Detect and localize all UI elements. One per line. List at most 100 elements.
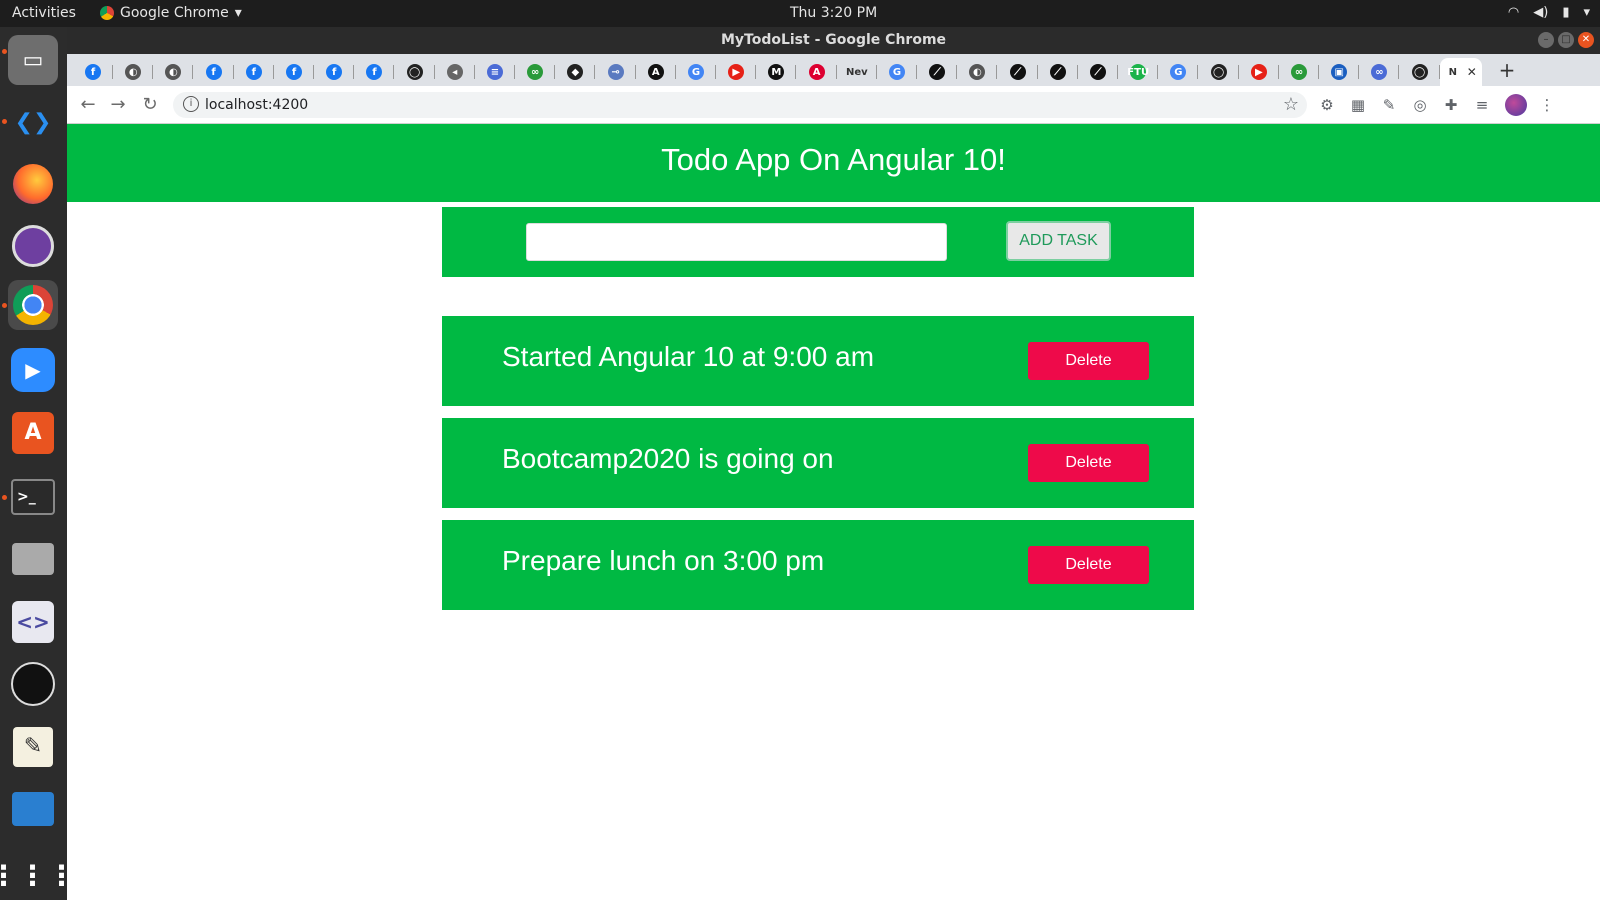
browser-tab[interactable]: f: [73, 58, 113, 86]
add-task-button[interactable]: ADD TASK: [1006, 221, 1111, 261]
code-editor-icon[interactable]: <>: [8, 597, 58, 647]
delete-button[interactable]: Delete: [1028, 546, 1149, 584]
back-icon[interactable]: ←: [77, 94, 99, 116]
monitor-icon[interactable]: [8, 784, 58, 834]
system-tray[interactable]: ◠ ◀) ▮ ▾: [1508, 5, 1590, 20]
firefox-icon[interactable]: [8, 159, 58, 209]
generic-icon: ⟋: [1090, 64, 1106, 80]
browser-tab[interactable]: ⟋: [998, 58, 1038, 86]
browser-tab[interactable]: G: [676, 58, 716, 86]
add-task-form: ADD TASK: [442, 207, 1194, 277]
browser-tab[interactable]: f: [194, 58, 234, 86]
menu-kebab-icon[interactable]: ⋮: [1537, 95, 1557, 115]
chrome-window: MyTodoList - Google Chrome – □ ✕ + f ◐ ◐ f f…: [67, 27, 1600, 900]
clock[interactable]: Thu 3:20 PM: [790, 5, 877, 21]
generic-icon: ⟋: [929, 64, 946, 80]
dock: ▭ ❮❯ ▶ A >_ <> ✎ ⋮⋮⋮: [0, 27, 76, 900]
text-editor-icon[interactable]: ✎: [8, 722, 58, 772]
media-control-icon[interactable]: ≡: [1472, 95, 1492, 115]
browser-tab[interactable]: A: [636, 58, 676, 86]
app-grid-icon[interactable]: ⋮⋮⋮: [0, 850, 76, 900]
browser-tab[interactable]: ◆: [555, 58, 596, 86]
browser-tab[interactable]: ⊸: [596, 58, 636, 86]
browser-tab[interactable]: ⟋: [1038, 58, 1078, 86]
link-icon: ∞: [1291, 64, 1307, 80]
browser-tab[interactable]: ▶: [716, 58, 757, 86]
extensions-puzzle-icon[interactable]: ✚: [1441, 95, 1461, 115]
google-icon: G: [688, 64, 704, 80]
generic-icon: ⟋: [1049, 64, 1066, 80]
activities-button[interactable]: Activities: [12, 5, 76, 21]
browser-tab[interactable]: ▣: [1319, 58, 1360, 86]
browser-tab[interactable]: FTU: [1118, 58, 1159, 86]
task-input[interactable]: [526, 223, 947, 261]
browser-tab[interactable]: ◯: [1400, 58, 1440, 86]
todo-text: Started Angular 10 at 9:00 am: [502, 341, 875, 372]
medium-icon: M: [768, 64, 785, 80]
extension-grid-icon[interactable]: ▦: [1348, 95, 1368, 115]
browser-tab[interactable]: M: [756, 58, 797, 86]
extension-edit-icon[interactable]: ✎: [1379, 95, 1399, 115]
camera-icon[interactable]: [8, 534, 58, 584]
browser-tab[interactable]: f: [274, 58, 314, 86]
github-desktop-icon[interactable]: [8, 221, 58, 271]
browser-tab[interactable]: ▶: [1239, 58, 1279, 86]
close-tab-icon[interactable]: ✕: [1467, 65, 1477, 79]
battery-icon: ▮: [1562, 5, 1570, 20]
generic-icon: ▣: [1331, 64, 1348, 80]
browser-tab[interactable]: ∞: [1279, 58, 1319, 86]
forward-icon[interactable]: →: [107, 94, 129, 116]
browser-tab[interactable]: ◐: [113, 58, 154, 86]
browser-tab[interactable]: ⟋: [1078, 58, 1118, 86]
maximize-icon[interactable]: □: [1558, 32, 1574, 48]
vscode-icon[interactable]: ❮❯: [8, 97, 58, 147]
todo-item: Started Angular 10 at 9:00 am Delete: [442, 316, 1194, 406]
browser-tab[interactable]: ◯: [1199, 58, 1239, 86]
reload-icon[interactable]: ↻: [139, 94, 161, 116]
youtube-icon: ▶: [728, 64, 745, 80]
zoom-icon[interactable]: ▶: [8, 345, 58, 395]
browser-tab[interactable]: f: [234, 58, 274, 86]
browser-tab[interactable]: G: [877, 58, 917, 86]
browser-tab[interactable]: ◐: [153, 58, 194, 86]
link-icon: ∞: [527, 64, 544, 80]
delete-button[interactable]: Delete: [1028, 444, 1149, 482]
chrome-icon[interactable]: [8, 280, 58, 330]
extension-cycle-icon[interactable]: ⚙: [1317, 95, 1337, 115]
browser-tab[interactable]: ◯: [395, 58, 435, 86]
docs-icon: ≡: [487, 64, 503, 80]
bookmark-star-icon[interactable]: ☆: [1283, 94, 1299, 115]
app-menu[interactable]: Google Chrome ▾: [100, 5, 242, 21]
youtube-icon: ▶: [1250, 64, 1267, 80]
wifi-icon: ◠: [1507, 5, 1520, 20]
minimize-icon[interactable]: –: [1538, 32, 1554, 48]
profile-avatar[interactable]: [1505, 94, 1527, 116]
browser-tab[interactable]: ◐: [957, 58, 998, 86]
browser-tab[interactable]: Nev: [837, 58, 877, 86]
browser-tab[interactable]: N ✕: [1439, 58, 1482, 86]
chevron-down-icon: ▾: [234, 5, 242, 21]
browser-tab[interactable]: ⟋: [917, 58, 958, 86]
delete-button[interactable]: Delete: [1028, 342, 1149, 380]
browser-tab[interactable]: f: [314, 58, 355, 86]
browser-tab[interactable]: ∞: [1359, 58, 1400, 86]
app-menu-label: Google Chrome: [120, 5, 229, 21]
terminal-icon[interactable]: >_: [8, 472, 58, 522]
facebook-icon: f: [366, 64, 383, 80]
browser-tab[interactable]: f: [354, 58, 395, 86]
address-url[interactable]: localhost:4200: [205, 97, 308, 113]
software-center-icon[interactable]: A: [8, 408, 58, 458]
files-icon[interactable]: ▭: [8, 35, 58, 85]
address-bar[interactable]: i localhost:4200 ☆: [173, 92, 1307, 118]
site-info-icon[interactable]: i: [183, 96, 199, 112]
browser-tab[interactable]: A: [797, 58, 837, 86]
generic-icon: ⟋: [1009, 64, 1026, 80]
browser-tab[interactable]: ≡: [475, 58, 515, 86]
browser-tab[interactable]: ◂: [435, 58, 475, 86]
browser-tab[interactable]: G: [1158, 58, 1199, 86]
obs-icon[interactable]: [8, 659, 58, 709]
browser-tab[interactable]: ∞: [515, 58, 556, 86]
new-tab-button[interactable]: +: [1495, 58, 1519, 82]
close-icon[interactable]: ✕: [1578, 32, 1594, 48]
extension-circle-icon[interactable]: ◎: [1410, 95, 1430, 115]
